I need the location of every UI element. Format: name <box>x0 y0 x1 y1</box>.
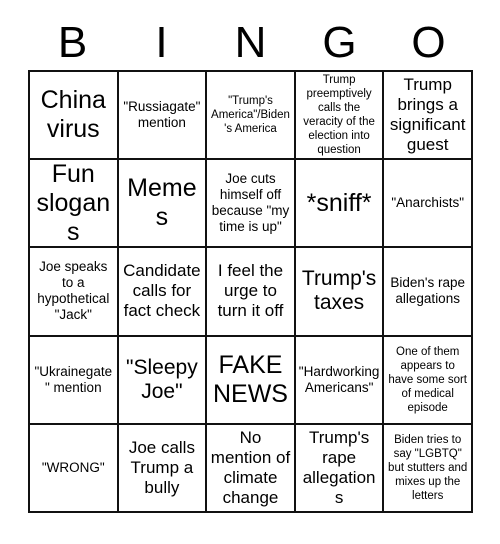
bingo-cell-r5c3[interactable]: No mention of climate change <box>207 424 296 513</box>
bingo-cell-r3c3[interactable]: I feel the urge to turn it off <box>207 248 296 337</box>
bingo-cell-r3c5[interactable]: Biden's rape allegations <box>384 248 473 337</box>
bingo-cell-r5c4[interactable]: Trump's rape allegations <box>295 424 385 513</box>
bingo-cell-label: Trump's rape allegations <box>302 427 376 507</box>
bingo-cell-r4c1[interactable]: "Ukrainegate" mention <box>30 336 119 425</box>
bingo-cell-r2c4[interactable]: *sniff* <box>295 160 385 249</box>
bingo-cell-label: Trump preemptively calls the veracity of… <box>303 74 375 157</box>
bingo-cell-r1c2[interactable]: "Russiagate" mention <box>118 72 208 161</box>
bingo-cell-label: Biden's rape allegations <box>390 275 465 307</box>
bingo-header-letter-o: O <box>411 18 446 67</box>
bingo-cell-label: "WRONG" <box>41 459 105 475</box>
bingo-cell-label: Joe cuts himself off because "my time is… <box>211 171 290 235</box>
bingo-cell-r2c1[interactable]: Fun slogans <box>30 160 119 249</box>
bingo-header-letter-g: G <box>322 18 357 67</box>
bingo-cell-label: Joe calls Trump a bully <box>128 437 195 497</box>
bingo-cell-r5c1[interactable]: "WRONG" <box>30 424 119 513</box>
bingo-header-letter-n: N <box>234 18 267 67</box>
bingo-header: B I N G O <box>28 16 473 70</box>
bingo-cell-r2c5[interactable]: "Anarchists" <box>384 160 473 249</box>
bingo-cell-r3c2[interactable]: Candidate calls for fact check <box>118 248 208 337</box>
bingo-cell-label: Joe speaks to a hypothetical "Jack" <box>37 259 110 323</box>
bingo-header-letter-i: I <box>155 18 168 67</box>
bingo-cell-r1c3[interactable]: "Trump's America"/Biden's America <box>207 72 296 161</box>
bingo-cell-r5c5[interactable]: Biden tries to say "LGBTQ" but stutters … <box>384 424 473 513</box>
bingo-cell-r5c2[interactable]: Joe calls Trump a bully <box>118 424 208 513</box>
bingo-cell-label: Memes <box>127 174 197 232</box>
bingo-cell-label: "Ukrainegate" mention <box>34 363 113 395</box>
bingo-cell-r4c5[interactable]: One of them appears to have some sort of… <box>384 336 473 425</box>
bingo-card: B I N G O China virus "Russiagate" mentio… <box>0 0 500 544</box>
bingo-cell-label: Fun slogans <box>36 160 111 246</box>
bingo-cell-r3c1[interactable]: Joe speaks to a hypothetical "Jack" <box>30 248 119 337</box>
bingo-cell-r1c1[interactable]: China virus <box>30 72 119 161</box>
bingo-cell-label: "Hardworking Americans" <box>298 363 380 395</box>
bingo-cell-r2c2[interactable]: Memes <box>118 160 208 249</box>
bingo-cell-label: "Sleepy Joe" <box>126 355 198 403</box>
bingo-cell-label: I feel the urge to turn it off <box>217 261 284 321</box>
bingo-cell-label: Trump's taxes <box>301 267 377 315</box>
bingo-cell-label: China virus <box>40 86 106 144</box>
bingo-cell-label: "Russiagate" mention <box>123 99 201 131</box>
bingo-cell-label: "Trump's America"/Biden's America <box>211 95 290 136</box>
bingo-cell-label: Candidate calls for fact check <box>123 261 201 321</box>
bingo-grid: China virus "Russiagate" mention "Trump's … <box>28 70 473 513</box>
bingo-cell-label: "Anarchists" <box>391 195 464 211</box>
bingo-cell-r4c2[interactable]: "Sleepy Joe" <box>118 336 208 425</box>
bingo-cell-label: FAKE NEWS <box>212 350 288 408</box>
bingo-cell-r2c3[interactable]: Joe cuts himself off because "my time is… <box>207 160 296 249</box>
bingo-header-letter-b: B <box>57 18 88 67</box>
bingo-cell-r4c4[interactable]: "Hardworking Americans" <box>295 336 385 425</box>
bingo-cell-label: *sniff* <box>306 188 372 217</box>
bingo-cell-label: No mention of climate change <box>210 427 291 507</box>
bingo-cell-r1c4[interactable]: Trump preemptively calls the veracity of… <box>295 72 385 161</box>
bingo-cell-label: Biden tries to say "LGBTQ" but stutters … <box>388 433 468 502</box>
bingo-cell-r3c4[interactable]: Trump's taxes <box>295 248 385 337</box>
bingo-cell-label: Trump brings a significant guest <box>389 75 466 155</box>
bingo-cell-label: One of them appears to have some sort of… <box>388 345 467 414</box>
bingo-cell-r1c5[interactable]: Trump brings a significant guest <box>384 72 473 161</box>
bingo-cell-r4c3[interactable]: FAKE NEWS <box>207 336 296 425</box>
